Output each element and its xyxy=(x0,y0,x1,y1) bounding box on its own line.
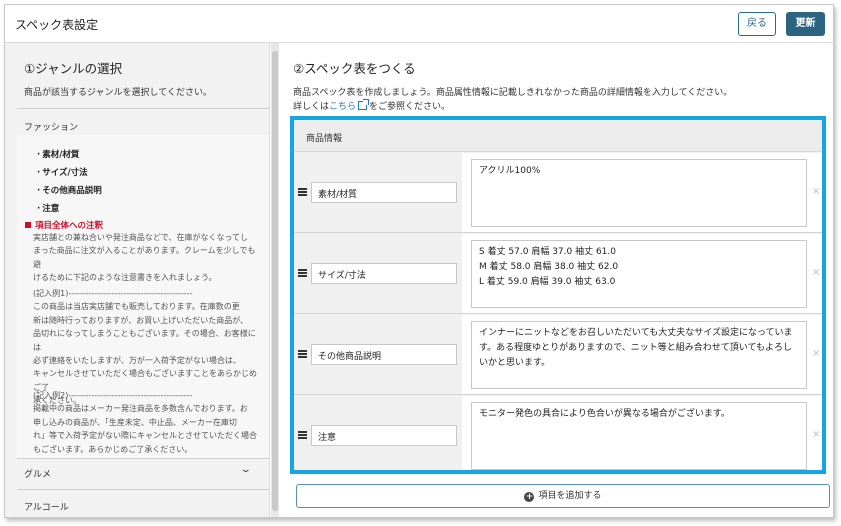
genre-panel: ①ジャンルの選択 商品が該当するジャンルを選択してください。 ファッション · 素… xyxy=(5,43,270,517)
genre-item[interactable]: · 素材/材質 xyxy=(37,148,79,160)
divider xyxy=(17,489,269,490)
plus-circle-icon: + xyxy=(524,492,535,502)
spec-section-desc: 商品スペック表を作成しましょう。商品属性情報に記載しきれなかった商品の詳細情報を… xyxy=(293,88,733,98)
chevron-down-icon[interactable]: ⌄ xyxy=(240,465,252,475)
external-link-icon[interactable] xyxy=(358,99,370,110)
left-scrollbar[interactable] xyxy=(271,43,279,517)
update-button[interactable]: 更新 xyxy=(786,12,825,36)
genre-item[interactable]: · その他商品説明 xyxy=(37,184,102,196)
genre-section-desc: 商品が該当するジャンルを選択してください。 xyxy=(24,88,213,98)
spec-help-text: 詳しくはこちら をご参照ください。 xyxy=(293,99,451,112)
table-highlight-frame xyxy=(290,116,826,474)
scrollbar-thumb[interactable] xyxy=(272,51,278,511)
genre-fashion-header[interactable]: ファッション xyxy=(24,120,78,133)
app-window: スペック表設定 戻る 更新 ①ジャンルの選択 商品が該当するジャンルを選択してく… xyxy=(4,4,834,518)
genre-section-title: ①ジャンルの選択 xyxy=(24,61,123,76)
genre-item[interactable]: · 注意 xyxy=(37,202,59,214)
annotation-text: 実店舗との兼ね合いや発注商品などで、在庫がなくなってし まった商品に注文が入るこ… xyxy=(33,233,256,283)
warning-square-icon xyxy=(25,222,31,228)
genre-alcohol-header[interactable]: アルコール xyxy=(24,500,69,513)
annotation-title: 項目全体への注釈 xyxy=(25,219,103,231)
back-button[interactable]: 戻る xyxy=(738,12,776,36)
help-link[interactable]: こちら xyxy=(329,102,356,112)
divider xyxy=(17,108,269,109)
spec-panel: ②スペック表をつくる 商品スペック表を作成しましょう。商品属性情報に記載しきれな… xyxy=(279,43,833,517)
genre-gourmet-header[interactable]: グルメ xyxy=(24,467,51,480)
divider xyxy=(17,458,269,459)
add-item-button[interactable]: + 項目を追加する xyxy=(296,484,830,508)
page-title: スペック表設定 xyxy=(15,18,99,32)
example2-text: (記入例2)----------------------------------… xyxy=(33,391,257,454)
spec-section-title: ②スペック表をつくる xyxy=(293,61,416,76)
header-bar: スペック表設定 戻る 更新 xyxy=(5,5,833,43)
genre-item[interactable]: · サイズ/寸法 xyxy=(37,166,88,178)
